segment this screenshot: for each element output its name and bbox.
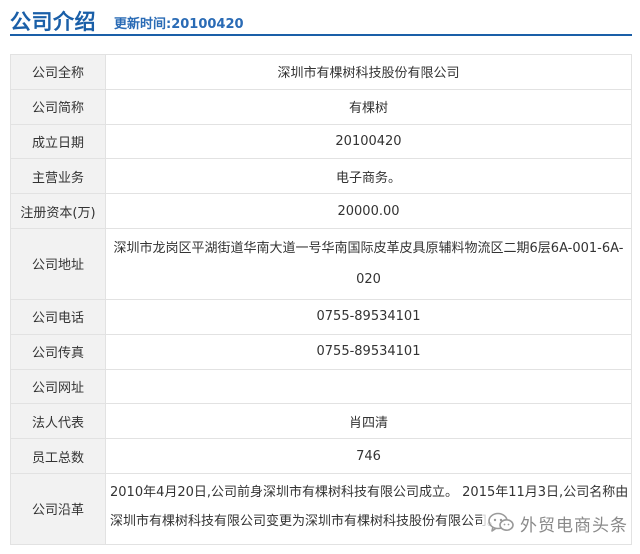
table-row: 公司传真 0755-89534101 bbox=[10, 333, 632, 370]
row-label: 主营业务 bbox=[10, 158, 106, 195]
row-label: 公司简称 bbox=[10, 88, 106, 125]
page-title: 公司介绍 bbox=[10, 10, 96, 34]
row-value: 深圳市有棵树科技股份有限公司 bbox=[105, 54, 632, 90]
row-value: 0755-89534101 bbox=[105, 333, 632, 370]
section-header: 公司介绍 更新时间:20100420 bbox=[10, 4, 632, 36]
row-label: 公司网址 bbox=[10, 368, 106, 405]
row-label: 法人代表 bbox=[10, 403, 106, 440]
row-value: 20000.00 bbox=[105, 193, 632, 229]
table-row: 主营业务 电子商务。 bbox=[10, 158, 632, 195]
table-row: 公司电话 0755-89534101 bbox=[10, 298, 632, 335]
row-value bbox=[105, 368, 632, 405]
table-row: 公司地址 深圳市龙岗区平湖街道华南大道一号华南国际皮革皮具原辅料物流区二期6层6… bbox=[10, 227, 632, 300]
history-line-1: 2010年4月20日,公司前身深圳市有棵树科技有限公司成立。 2015年11月3… bbox=[110, 484, 629, 500]
wechat-icon bbox=[488, 512, 514, 534]
row-label: 公司传真 bbox=[10, 333, 106, 370]
watermark: 外贸电商头条 bbox=[482, 508, 630, 538]
row-value: 有棵树 bbox=[105, 88, 632, 125]
row-label: 注册资本(万) bbox=[10, 193, 106, 229]
watermark-text: 外贸电商头条 bbox=[520, 515, 628, 536]
row-value: 肖四清 bbox=[105, 403, 632, 440]
address-value: 深圳市龙岗区平湖街道华南大道一号华南国际皮革皮具原辅料物流区二期6层6A-001… bbox=[105, 227, 632, 300]
row-value: 0755-89534101 bbox=[105, 298, 632, 335]
update-time: 更新时间:20100420 bbox=[114, 17, 244, 32]
row-value: 20100420 bbox=[105, 123, 632, 160]
table-row: 法人代表 肖四清 bbox=[10, 403, 632, 440]
row-label: 公司全称 bbox=[10, 54, 106, 90]
row-label: 公司地址 bbox=[10, 227, 106, 300]
row-value: 746 bbox=[105, 438, 632, 474]
company-info-table: 公司全称 深圳市有棵树科技股份有限公司 公司简称 有棵树 成立日期 201004… bbox=[10, 54, 632, 545]
table-row: 注册资本(万) 20000.00 bbox=[10, 193, 632, 229]
table-row: 员工总数 746 bbox=[10, 438, 632, 474]
row-label: 公司沿革 bbox=[10, 472, 106, 545]
table-row: 公司网址 bbox=[10, 368, 632, 405]
row-label: 成立日期 bbox=[10, 123, 106, 160]
table-row: 成立日期 20100420 bbox=[10, 123, 632, 160]
address-line-2: 020 bbox=[356, 271, 381, 287]
row-label: 公司电话 bbox=[10, 298, 106, 335]
table-row: 公司简称 有棵树 bbox=[10, 88, 632, 125]
table-row: 公司全称 深圳市有棵树科技股份有限公司 bbox=[10, 54, 632, 90]
row-label: 员工总数 bbox=[10, 438, 106, 474]
address-line-1: 深圳市龙岗区平湖街道华南大道一号华南国际皮革皮具原辅料物流区二期6层6A-001… bbox=[113, 240, 624, 256]
row-value: 电子商务。 bbox=[105, 158, 632, 195]
